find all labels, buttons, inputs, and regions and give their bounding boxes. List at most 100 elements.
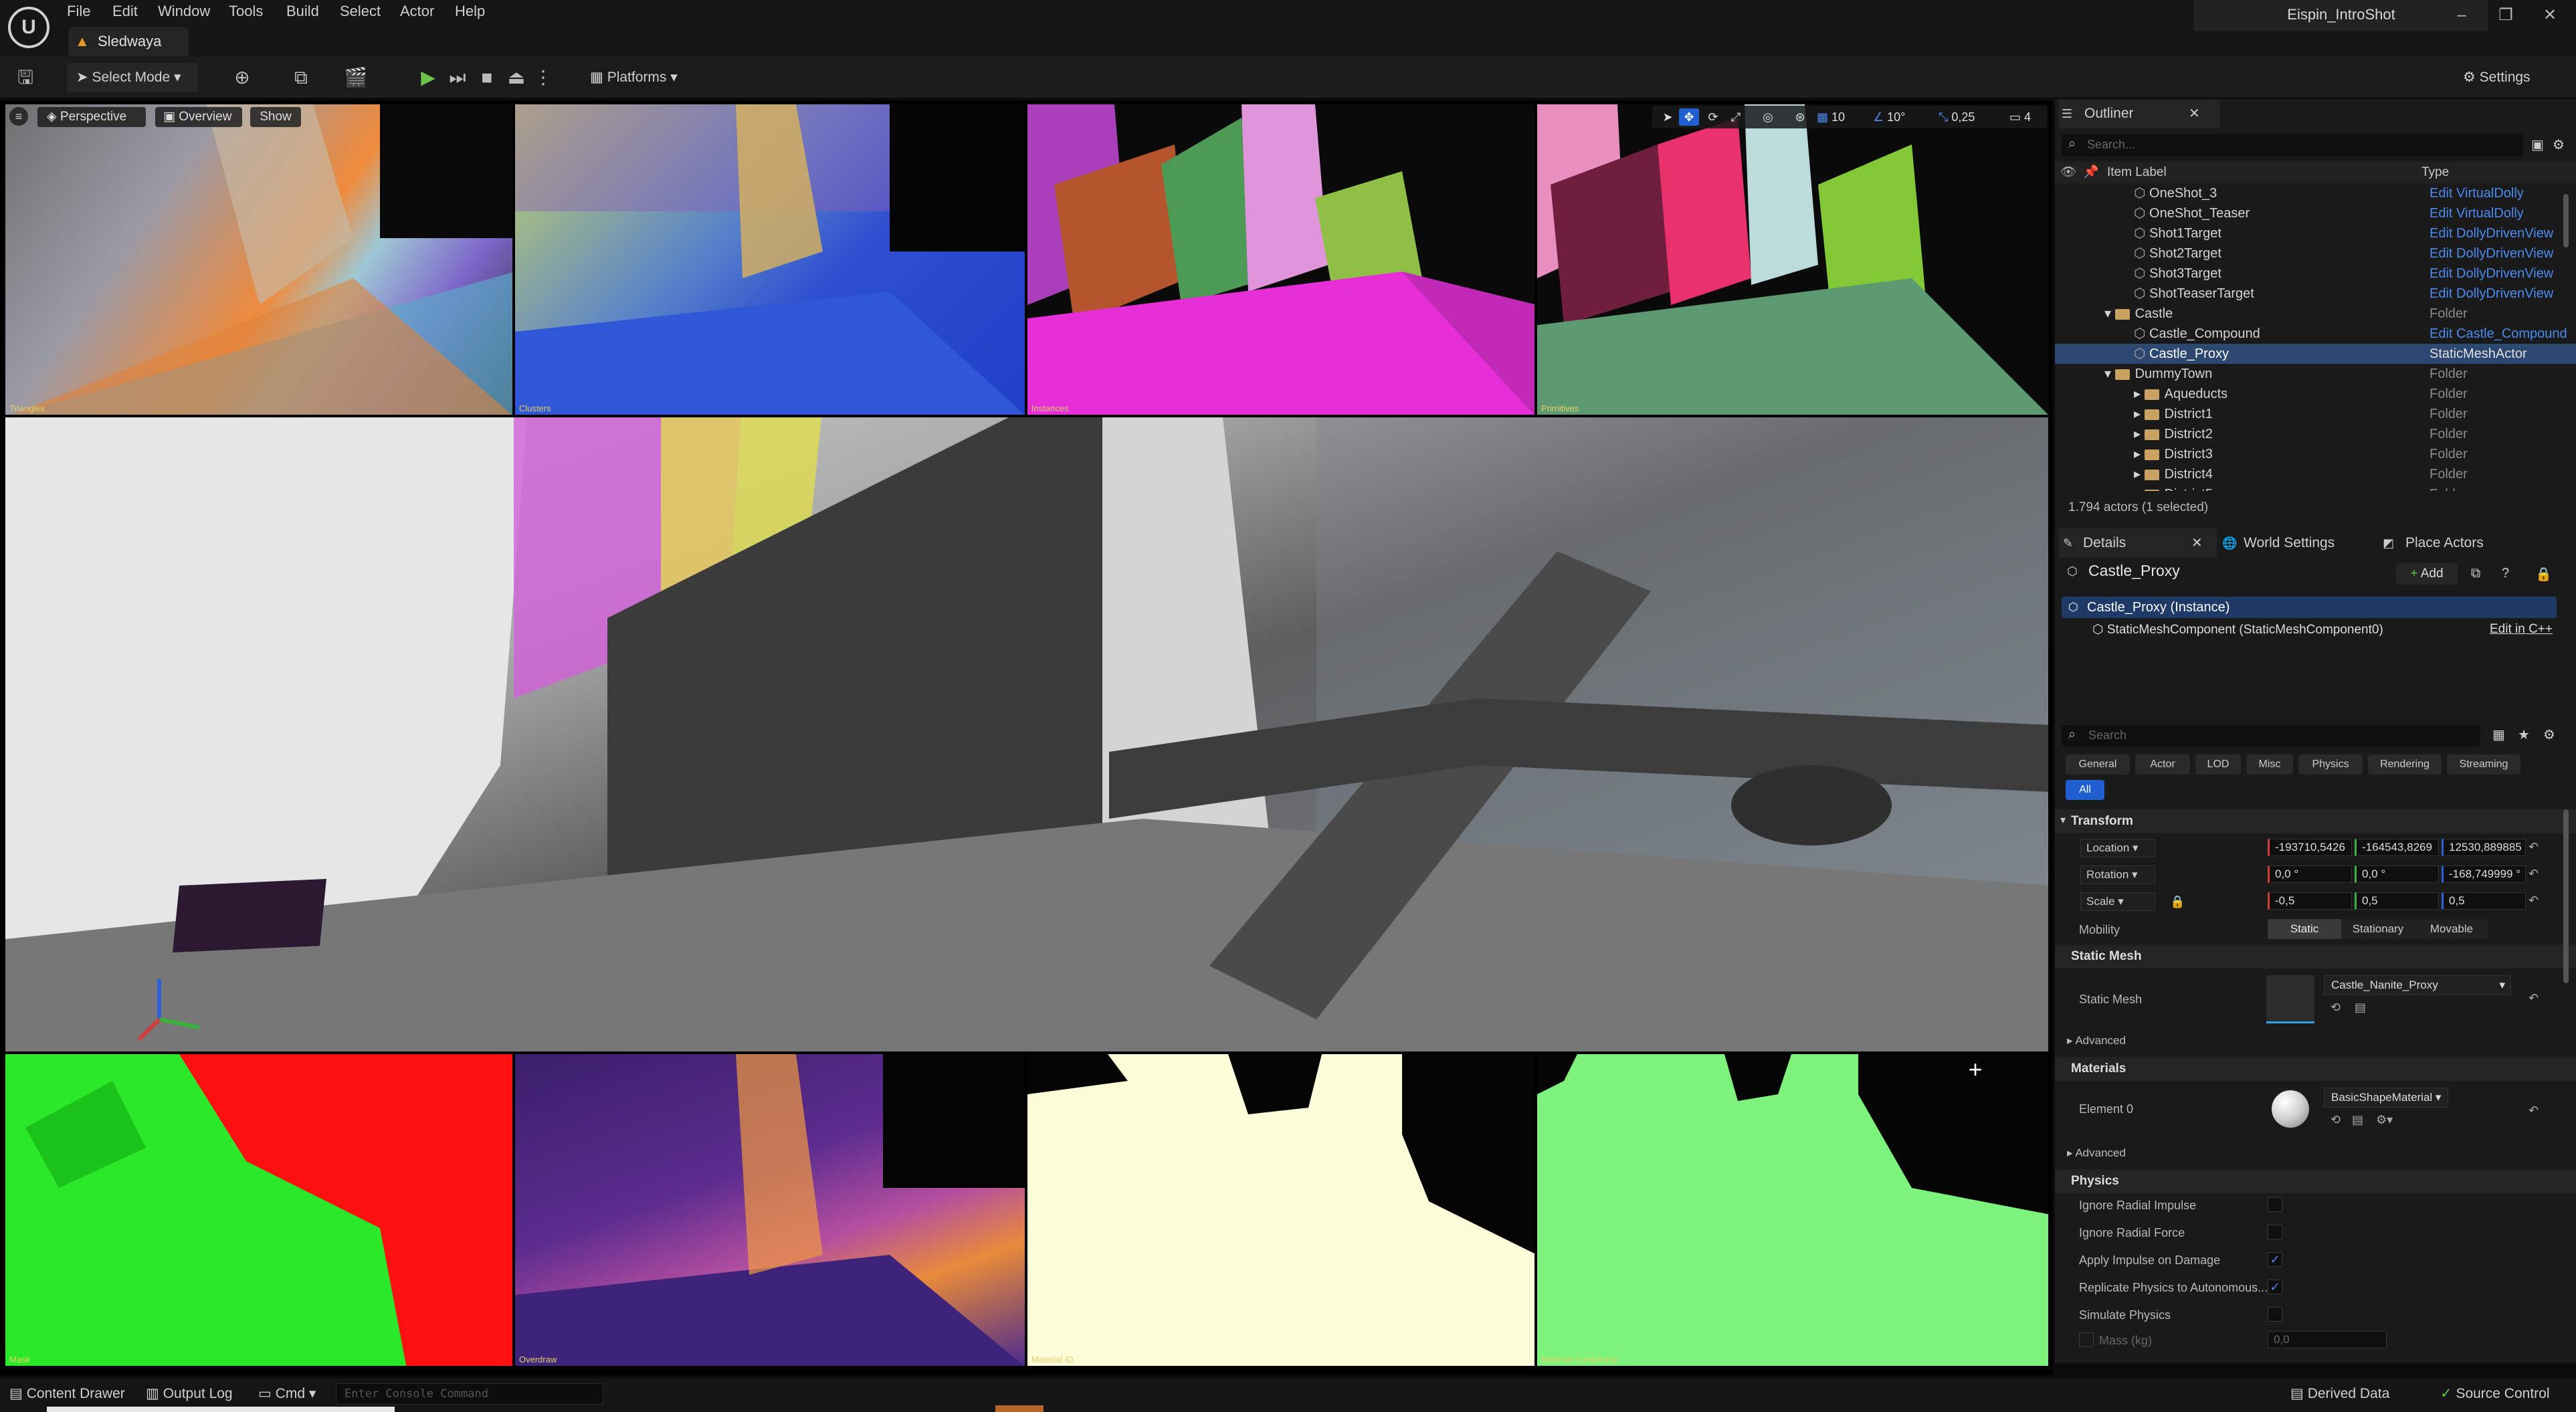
view-mode-button[interactable]: ▣ Overview bbox=[155, 107, 242, 127]
select-tool-icon[interactable]: ➤ bbox=[1658, 108, 1678, 126]
static-mesh-section[interactable]: Static Mesh bbox=[2055, 944, 2576, 969]
mobility-movable[interactable]: Movable bbox=[2415, 919, 2488, 939]
physics-prop-checkbox[interactable]: ✓ bbox=[2268, 1252, 2282, 1267]
mass-field[interactable]: 0,0 bbox=[2268, 1331, 2387, 1348]
filter-actor[interactable]: Actor bbox=[2135, 754, 2190, 775]
reset-mesh-icon[interactable]: ↶ bbox=[2529, 991, 2539, 1005]
outliner-row[interactable]: ▸ District3 Folder bbox=[2055, 444, 2576, 464]
close-outliner-icon[interactable]: ✕ bbox=[2189, 99, 2205, 128]
outliner-edit-link[interactable]: Edit DollyDrivenView bbox=[2430, 223, 2553, 243]
save-icon[interactable]: 🖫 bbox=[11, 64, 40, 91]
location-z-field[interactable]: 12530,889885 bbox=[2442, 839, 2526, 856]
outliner-edit-link[interactable]: Edit DollyDrivenView bbox=[2430, 284, 2553, 304]
transform-section[interactable]: Transform bbox=[2055, 809, 2576, 833]
eject-icon[interactable]: ⏏ bbox=[502, 64, 531, 91]
source-control-button[interactable]: ✓ Source Control bbox=[2440, 1379, 2567, 1409]
clusters-view[interactable]: Clusters bbox=[514, 103, 1026, 416]
output-log-button[interactable]: ▥ Output Log bbox=[146, 1379, 239, 1409]
menu-window[interactable]: Window bbox=[158, 0, 210, 23]
filter-general[interactable]: General bbox=[2066, 754, 2130, 775]
mask-view[interactable]: Mask bbox=[4, 1053, 514, 1367]
rotation-dropdown[interactable]: Rotation ▾ bbox=[2080, 866, 2155, 884]
physics-section[interactable]: Physics bbox=[2055, 1169, 2576, 1193]
close-window-icon[interactable]: ✕ bbox=[2537, 4, 2563, 27]
location-y-field[interactable]: -164543,8269 bbox=[2355, 839, 2439, 856]
world-settings-tab[interactable]: World Settings bbox=[2219, 528, 2380, 558]
table-view-icon[interactable]: ▦ bbox=[2492, 726, 2505, 743]
favorites-icon[interactable]: ★ bbox=[2518, 726, 2530, 743]
translate-tool-icon[interactable]: ✥ bbox=[1679, 108, 1699, 126]
derived-data-button[interactable]: ▤ Derived Data bbox=[2290, 1379, 2397, 1409]
mobility-static[interactable]: Static bbox=[2268, 919, 2341, 939]
world-space-icon[interactable]: ◎ bbox=[1758, 108, 1778, 126]
rotation-y-field[interactable]: 0,0 ° bbox=[2355, 866, 2439, 883]
rotation-snap-button[interactable]: ∠ 10° bbox=[1873, 108, 1928, 126]
scale-tool-icon[interactable]: ⤢ bbox=[1726, 108, 1746, 126]
mesh-thumbnail[interactable] bbox=[2266, 975, 2314, 1023]
materials-advanced[interactable]: ▸ Advanced bbox=[2067, 1146, 2126, 1160]
rotation-x-field[interactable]: 0,0 ° bbox=[2268, 866, 2352, 883]
advance-frame-icon[interactable]: ⏭ bbox=[443, 64, 472, 91]
scale-y-field[interactable]: 0,5 bbox=[2355, 892, 2439, 910]
rotate-tool-icon[interactable]: ⟳ bbox=[1703, 108, 1723, 126]
location-dropdown[interactable]: Location ▾ bbox=[2080, 839, 2155, 858]
outliner-settings-icon[interactable]: ⚙ bbox=[2553, 136, 2570, 154]
blueprint-icon[interactable]: ⧉ bbox=[2471, 566, 2480, 581]
outliner-edit-link[interactable]: Edit DollyDrivenView bbox=[2430, 264, 2553, 284]
show-button[interactable]: Show bbox=[250, 107, 301, 127]
mass-override-checkbox[interactable] bbox=[2079, 1332, 2094, 1347]
lit-main-view[interactable] bbox=[4, 416, 2050, 1053]
play-icon[interactable]: ▶ bbox=[413, 64, 443, 91]
menu-select[interactable]: Select bbox=[340, 0, 381, 23]
add-content-icon[interactable]: ⊕ bbox=[227, 64, 257, 91]
outliner-row[interactable]: ⬡ Shot3Target Edit DollyDrivenView bbox=[2055, 264, 2576, 284]
physics-prop-checkbox[interactable] bbox=[2268, 1307, 2282, 1322]
expand-arrow-icon[interactable]: ▸ bbox=[2134, 447, 2145, 462]
add-component-button[interactable]: + Add bbox=[2396, 563, 2458, 585]
filter-all[interactable]: All bbox=[2066, 780, 2104, 800]
add-folder-icon[interactable]: ▣ bbox=[2531, 136, 2549, 154]
static-mesh-dropdown[interactable]: Castle_Nanite_Proxy ▾ bbox=[2324, 975, 2511, 995]
reset-scale-icon[interactable]: ↶ bbox=[2529, 894, 2539, 908]
instances-view[interactable]: Instances bbox=[1026, 103, 1536, 416]
browse-icon[interactable]: ⟲ bbox=[2331, 1001, 2341, 1015]
reset-rotation-icon[interactable]: ↶ bbox=[2529, 867, 2539, 881]
physics-prop-checkbox[interactable] bbox=[2268, 1197, 2282, 1212]
console-input[interactable]: Enter Console Command bbox=[336, 1383, 603, 1405]
filter-physics[interactable]: Physics bbox=[2298, 754, 2363, 775]
cinematics-icon[interactable]: 🎬 bbox=[341, 64, 371, 91]
expand-arrow-icon[interactable]: ▸ bbox=[2134, 487, 2145, 491]
maximize-icon[interactable]: ❐ bbox=[2492, 4, 2519, 27]
perspective-button[interactable]: ◈ Perspective bbox=[37, 107, 146, 127]
content-drawer-button[interactable]: ▤ Content Drawer bbox=[9, 1379, 131, 1409]
outliner-row[interactable]: ▸ District4 Folder bbox=[2055, 464, 2576, 484]
mobility-stationary[interactable]: Stationary bbox=[2341, 919, 2415, 939]
details-settings-icon[interactable]: ⚙ bbox=[2543, 726, 2555, 743]
scale-lock-icon[interactable]: 🔒 bbox=[2170, 895, 2185, 909]
surface-snap-icon[interactable]: ⊛ bbox=[1790, 108, 1810, 126]
physics-prop-checkbox[interactable]: ✓ bbox=[2268, 1280, 2282, 1294]
details-search-input[interactable]: ⌕ Search bbox=[2062, 725, 2480, 746]
outliner-row[interactable]: ⬡ ShotTeaserTarget Edit DollyDrivenView bbox=[2055, 284, 2576, 304]
settings-button[interactable]: ⚙ Settings bbox=[2454, 63, 2561, 92]
edit-in-cpp-link[interactable]: Edit in C++ bbox=[2490, 622, 2553, 637]
scale-x-field[interactable]: -0,5 bbox=[2268, 892, 2352, 910]
scale-snap-button[interactable]: ⤡ 0,25 bbox=[1939, 108, 2005, 126]
outliner-edit-link[interactable]: Edit VirtualDolly bbox=[2430, 203, 2524, 223]
location-x-field[interactable]: -193710,5426 bbox=[2268, 839, 2352, 856]
grid-snap-button[interactable]: ▦ 10 bbox=[1817, 108, 1864, 126]
material-options-icon[interactable]: ⚙▾ bbox=[2376, 1113, 2393, 1127]
material-thumbnail[interactable] bbox=[2266, 1085, 2314, 1133]
expand-arrow-icon[interactable]: ▸ bbox=[2134, 387, 2145, 401]
outliner-edit-link[interactable]: Edit VirtualDolly bbox=[2430, 183, 2524, 203]
reset-material-icon[interactable]: ↶ bbox=[2529, 1104, 2539, 1118]
unreal-logo-icon[interactable]: U bbox=[8, 7, 49, 48]
expand-arrow-icon[interactable]: ▾ bbox=[2104, 367, 2115, 381]
static-mesh-advanced[interactable]: ▸ Advanced bbox=[2067, 1034, 2126, 1047]
outliner-row[interactable]: ▸ District2 Folder bbox=[2055, 424, 2576, 444]
triangles-view[interactable]: Triangles bbox=[4, 103, 514, 416]
close-details-icon[interactable]: ✕ bbox=[2191, 528, 2203, 558]
component-row[interactable]: ⬡ StaticMeshComponent (StaticMeshCompone… bbox=[2092, 622, 2383, 637]
menu-help[interactable]: Help bbox=[455, 0, 485, 23]
outliner-row[interactable]: ⬡ OneShot_3 Edit VirtualDolly bbox=[2055, 183, 2576, 203]
